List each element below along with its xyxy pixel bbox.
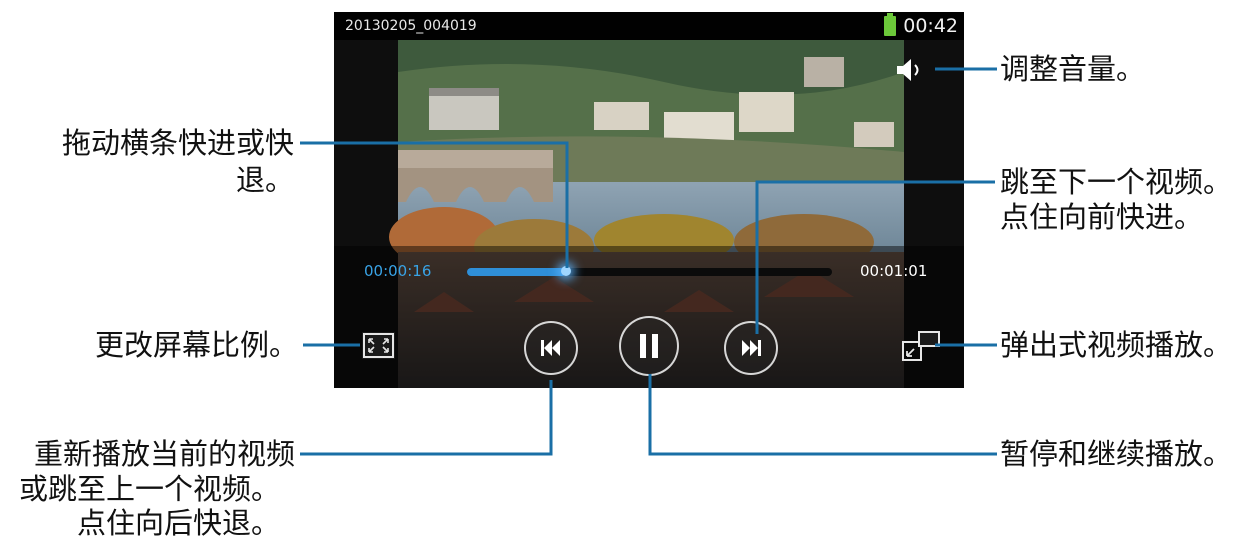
video-player: 20130205_004019 00:42 00:00:16 00:01:01 bbox=[334, 12, 964, 388]
callout-ratio: 更改屏幕比例。 bbox=[94, 328, 298, 362]
battery-icon bbox=[884, 13, 896, 36]
status-bar: 20130205_004019 00:42 bbox=[334, 12, 964, 40]
callout-restart-line3: 点住向后快退。 bbox=[76, 506, 280, 540]
callout-restart-line1: 重新播放当前的视频 bbox=[33, 437, 295, 471]
skip-next-icon bbox=[742, 340, 761, 356]
video-file-name: 20130205_004019 bbox=[345, 18, 477, 34]
aspect-ratio-icon[interactable] bbox=[362, 332, 395, 359]
callout-next-line2: 点住向前快进。 bbox=[1000, 200, 1204, 234]
callout-drag-line1: 拖动横条快进或快 bbox=[61, 126, 294, 160]
skip-previous-icon bbox=[541, 340, 560, 356]
pause-button[interactable] bbox=[619, 316, 679, 376]
pause-icon bbox=[640, 334, 658, 358]
previous-button[interactable] bbox=[524, 321, 578, 375]
total-time: 00:01:01 bbox=[860, 262, 928, 280]
seek-bar[interactable] bbox=[467, 266, 832, 276]
next-button[interactable] bbox=[724, 321, 778, 375]
seek-progress bbox=[467, 268, 566, 276]
callout-drag-line2: 退。 bbox=[235, 163, 294, 197]
callout-restart-line2: 或跳至上一个视频。 bbox=[18, 472, 280, 506]
status-clock: 00:42 bbox=[903, 15, 958, 37]
volume-icon[interactable] bbox=[894, 56, 928, 84]
callout-volume: 调整音量。 bbox=[1000, 52, 1146, 86]
callout-popup: 弹出式视频播放。 bbox=[1000, 328, 1233, 362]
seek-handle[interactable] bbox=[560, 266, 571, 276]
callout-next-line1: 跳至下一个视频。 bbox=[1000, 165, 1233, 199]
current-time: 00:00:16 bbox=[364, 262, 432, 280]
callout-pause: 暂停和继续播放。 bbox=[1000, 437, 1233, 471]
popup-player-icon[interactable] bbox=[901, 330, 941, 362]
